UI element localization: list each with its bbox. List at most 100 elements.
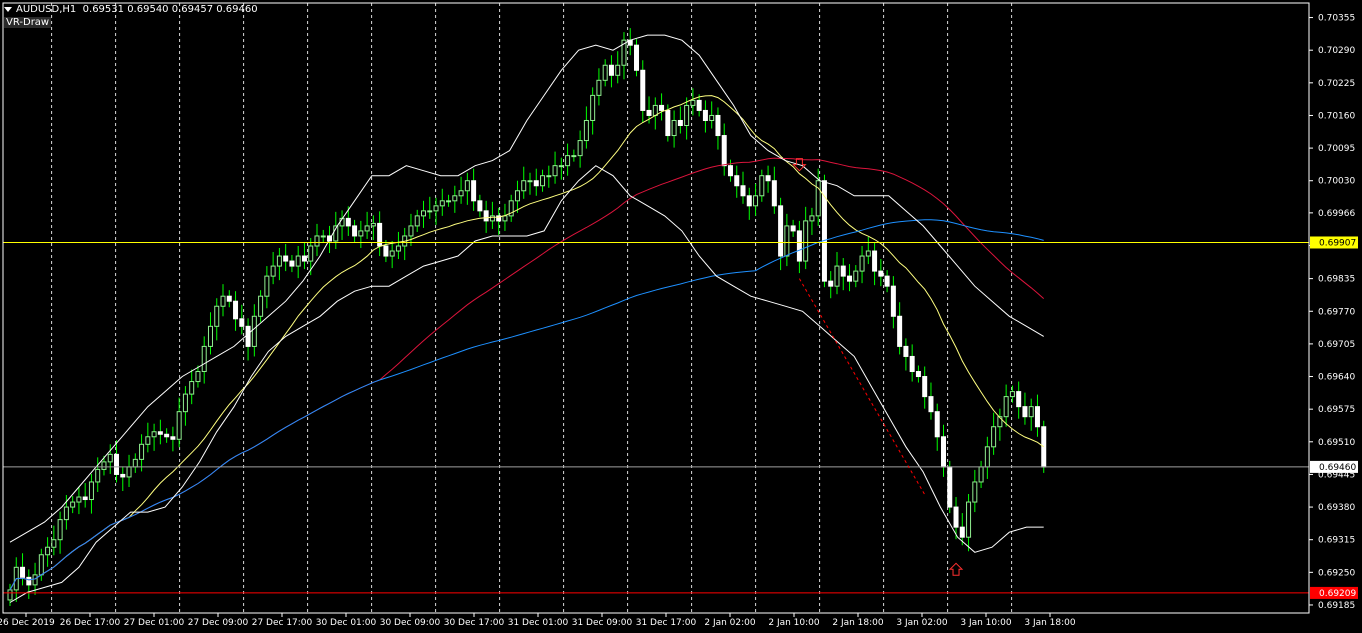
candle-body [433,205,439,212]
candle-body [790,225,796,232]
time-tick-label: 31 Dec 09:00 [572,618,633,628]
candle-body [395,245,401,252]
candle-body [690,99,696,106]
candle-body [803,220,809,262]
price-tick-label: 0.70290 [1318,46,1355,56]
chart-frame [2,2,1310,614]
time-tick-label: 3 Jan 18:00 [1024,618,1076,628]
candle-body [890,285,896,317]
candle-body [759,175,765,197]
candle-body [1003,396,1009,418]
time-tick-label: 2 Jan 10:00 [768,618,820,628]
candle-body [107,453,113,463]
level-label-text: 0.69209 [1319,589,1356,599]
candle-body [95,468,101,483]
candle-body [151,431,157,438]
candle-body [283,255,289,262]
candle-body [51,539,57,548]
candle-body [38,554,44,576]
time-tick-label: 31 Dec 01:00 [508,618,569,628]
time-tick-label: 2 Jan 02:00 [704,618,756,628]
candle-body [126,466,132,478]
candle-body [1028,406,1034,418]
candle-body [82,496,88,501]
price-tick-label: 0.69510 [1318,438,1355,448]
candle-body [439,200,445,207]
candle-body [953,506,959,528]
time-tick-label: 30 Dec 09:00 [380,618,441,628]
candle-body [753,195,759,207]
candle-body [176,411,182,440]
candle-body [295,255,301,267]
price-tick-label: 0.69315 [1318,536,1355,546]
candle-body [251,315,257,347]
candle-body [903,345,909,357]
candle-body [721,135,727,167]
candle-body [527,180,533,183]
candle-body [897,315,903,347]
candle-body [909,355,915,373]
trend-line [798,278,926,495]
candle-body [872,250,878,272]
candle-body [608,64,614,76]
time-tick-label: 2 Jan 18:00 [832,618,884,628]
candle-body [840,265,846,277]
collapse-triangle-icon[interactable] [4,6,12,12]
candle-body [571,155,577,158]
candle-body [383,245,389,257]
candle-body [978,466,984,483]
candle-body [233,300,239,320]
candle-body [859,255,865,272]
candle-body [734,175,740,187]
candle-body [934,411,940,438]
candle-body [847,275,853,282]
price-tick-label: 0.69640 [1318,373,1355,383]
ohlc-values: 0.69531 0.69540 0.69457 0.69460 [82,4,258,15]
time-tick-label: 26 Dec 17:00 [60,618,121,628]
candle-body [634,44,640,71]
candle-body [796,230,802,262]
candle-body [245,325,251,347]
price-tick-label: 0.70030 [1318,177,1355,187]
time-tick-label: 30 Dec 17:00 [444,618,505,628]
candle-body [458,190,464,197]
candle-body [966,501,972,538]
candle-body [715,114,721,137]
candle-body [784,225,790,257]
indicator-label: VR-Draw [4,17,52,28]
candle-body [947,466,953,508]
candle-body [389,250,395,257]
candle-body [76,496,82,503]
candle-body [684,104,690,127]
candle-body [489,215,495,222]
candle-body [540,175,546,187]
ma-slow-line [9,219,1044,591]
candle-body [214,305,220,327]
candle-body [220,295,226,307]
candle-body [114,453,120,475]
symbol-label: AUDUSD,H1 [16,4,77,15]
candle-body [928,396,934,413]
candle-body [1034,406,1040,428]
candle-body [577,140,583,157]
candle-body [533,180,539,187]
candle-body [727,165,733,177]
price-chart[interactable]: 0.70355 0.70290 0.70225 0.70160 0.70095 0.700… [0,0,1362,633]
candle-body [195,371,201,383]
candle-body [991,426,997,448]
candle-body [352,225,358,237]
candle-body [370,222,376,227]
price-tick-label: 0.69705 [1318,340,1355,350]
up-arrow-icon [948,562,964,576]
time-tick-label: 27 Dec 01:00 [124,618,185,628]
candle-body [414,215,420,227]
price-tick-label: 0.69575 [1318,405,1355,415]
candle-body [70,501,76,508]
candle-body [358,230,364,237]
candle-body [139,443,145,460]
price-tick-label: 0.69966 [1318,209,1355,219]
candle-body [1022,406,1028,418]
candle-body [652,104,658,116]
candle-body [915,371,921,378]
candle-body [452,195,458,202]
